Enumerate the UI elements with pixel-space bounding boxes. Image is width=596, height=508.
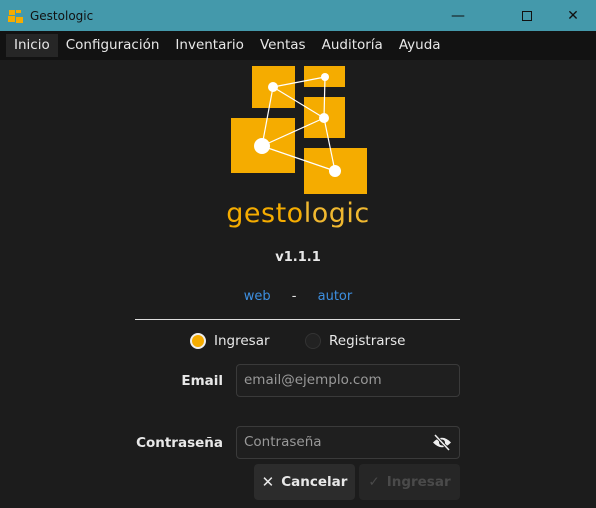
logo-text: gestologic	[226, 198, 370, 229]
email-input[interactable]: email@ejemplo.com	[236, 364, 460, 397]
password-input[interactable]: Contraseña	[236, 426, 460, 459]
radio-checked-icon	[190, 333, 206, 349]
password-label: Contraseña	[136, 435, 223, 451]
eye-off-icon[interactable]	[432, 434, 452, 451]
submit-button[interactable]: ✓ Ingresar	[359, 464, 460, 500]
autor-link[interactable]: autor	[318, 289, 353, 304]
version-label: v1.1.1	[275, 250, 321, 265]
x-icon: ✕	[261, 473, 275, 491]
web-link[interactable]: web	[244, 289, 271, 304]
cancel-button[interactable]: ✕ Cancelar	[254, 464, 355, 500]
radio-ingresar[interactable]: Ingresar	[190, 333, 270, 349]
check-icon: ✓	[368, 474, 380, 490]
email-label: Email	[181, 373, 223, 389]
divider	[135, 319, 460, 320]
links-row: web - autor	[243, 289, 353, 304]
radio-unchecked-icon	[305, 333, 321, 349]
radio-registrarse[interactable]: Registrarse	[305, 333, 405, 349]
